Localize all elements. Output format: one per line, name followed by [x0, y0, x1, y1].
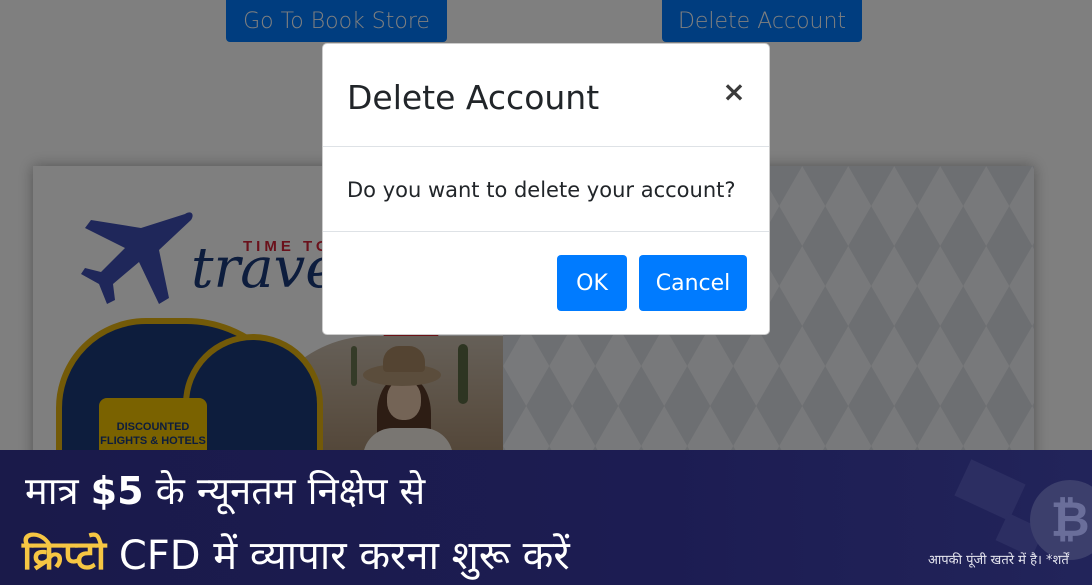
banner-headline-line2: क्रिप्टो CFD में व्यापार करना शुरू करें	[22, 526, 570, 581]
modal-header: Delete Account ×	[323, 44, 769, 147]
banner-crypto-word: क्रिप्टो	[22, 533, 107, 579]
banner-line1-prefix: मात्र	[25, 469, 91, 513]
banner-risk-warning: आपकी पूंजी खतरे में है। *शर्तें	[928, 553, 1069, 568]
modal-body: Do you want to delete your account?	[323, 147, 769, 232]
close-icon[interactable]: ×	[719, 74, 749, 108]
modal-title: Delete Account	[347, 78, 600, 117]
crypto-ad-banner[interactable]: ₿ मात्र $5 के न्यूनतम निक्षेप से क्रिप्ट…	[0, 450, 1092, 585]
modal-footer: OK Cancel	[323, 232, 769, 336]
banner-line1-suffix: के न्यूनतम निक्षेप से	[143, 469, 426, 513]
banner-line2-rest: CFD में व्यापार करना शुरू करें	[106, 533, 570, 579]
cancel-button[interactable]: Cancel	[639, 255, 747, 311]
banner-headline-line1: मात्र $5 के न्यूनतम निक्षेप से	[25, 464, 425, 516]
banner-amount: $5	[90, 469, 144, 513]
bitcoin-icon: ₿	[1030, 480, 1092, 560]
modal-message: Do you want to delete your account?	[347, 178, 736, 202]
delete-account-modal: Delete Account × Do you want to delete y…	[322, 43, 770, 335]
ok-button[interactable]: OK	[557, 255, 627, 311]
banner-decoration	[954, 459, 1026, 521]
